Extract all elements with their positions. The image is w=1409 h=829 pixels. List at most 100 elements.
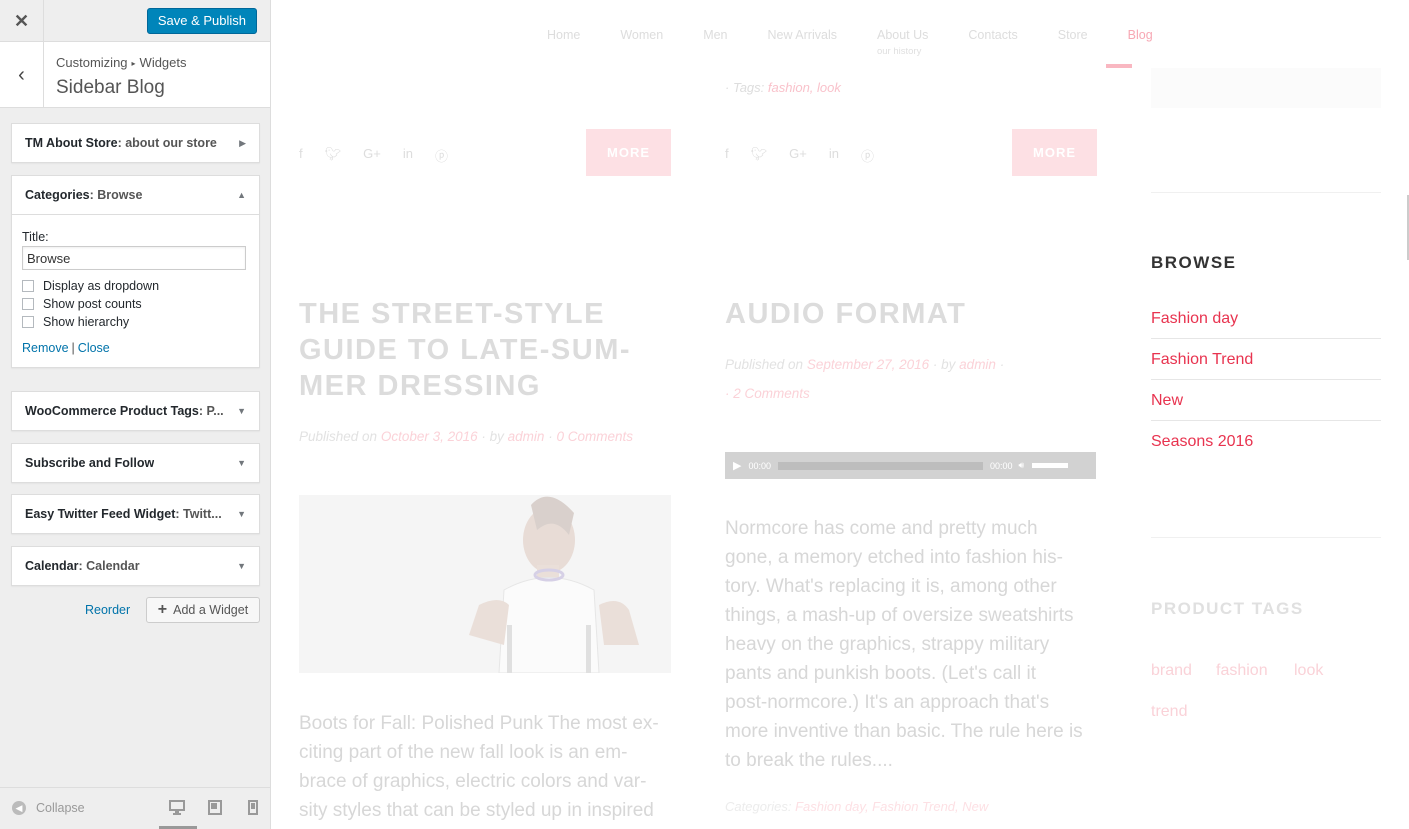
- tag-link[interactable]: fashion: [1216, 662, 1268, 680]
- category-link[interactable]: Fashion day: [1151, 310, 1381, 338]
- search-box[interactable]: [1151, 68, 1381, 108]
- breadcrumb-separator-icon: ▸: [131, 59, 136, 68]
- widget-subscribe-follow[interactable]: Subscribe and Follow ▼: [11, 443, 260, 483]
- title-input[interactable]: [22, 246, 246, 270]
- tablet-preview-icon[interactable]: [206, 800, 224, 816]
- volume-slider[interactable]: [1032, 463, 1069, 468]
- category-links[interactable]: Fashion day, Fashion Trend, New: [795, 799, 988, 814]
- play-icon[interactable]: ▶: [733, 459, 741, 472]
- volume-icon[interactable]: 🔊︎: [1019, 460, 1025, 471]
- option-show-post-counts[interactable]: Show post counts: [22, 297, 249, 311]
- nav-new-arrivals[interactable]: New Arrivals: [768, 28, 837, 42]
- option-show-hierarchy[interactable]: Show hierarchy: [22, 315, 249, 329]
- social-share-row: f 🐦︎ G+ in ⓟ: [725, 146, 896, 165]
- linkedin-icon[interactable]: in: [829, 146, 839, 165]
- google-plus-icon[interactable]: G+: [789, 146, 807, 165]
- close-link[interactable]: Close: [78, 341, 110, 355]
- nav-blog[interactable]: Blog: [1128, 28, 1153, 42]
- tags-comma: ,: [809, 80, 818, 95]
- comments-link[interactable]: 0 Comments: [556, 429, 633, 444]
- nav-contacts[interactable]: Contacts: [968, 28, 1017, 42]
- customizer-footer: ◀ Collapse: [0, 787, 270, 829]
- nav-women[interactable]: Women: [620, 28, 663, 42]
- section-header: ‹ Customizing ▸ Widgets Sidebar Blog: [0, 42, 270, 108]
- category-link[interactable]: New: [1151, 392, 1381, 420]
- more-button[interactable]: MORE: [1012, 129, 1097, 176]
- widget-tm-about-store[interactable]: TM About Store: about our store ▶: [11, 123, 260, 163]
- option-label: Display as dropdown: [43, 279, 160, 293]
- nav-store[interactable]: Store: [1058, 28, 1088, 42]
- widget-form: Title: Display as dropdown Show post cou…: [12, 214, 259, 367]
- post-date-link[interactable]: October 3, 2016: [381, 429, 478, 444]
- nav-about-us[interactable]: About Us our history: [877, 28, 928, 57]
- expand-arrow-icon[interactable]: ▶: [239, 138, 246, 149]
- collapse-button[interactable]: ◀ Collapse: [12, 801, 85, 815]
- meta-text: · by: [477, 429, 508, 444]
- widget-header[interactable]: WooCommerce Product Tags: P... ▼: [12, 392, 259, 430]
- expand-arrow-icon[interactable]: ▼: [237, 406, 246, 416]
- checkbox[interactable]: [22, 316, 34, 328]
- excerpt-line: sity styles that can be styled up in ins…: [299, 800, 654, 821]
- post-date-link[interactable]: September 27, 2016: [807, 357, 929, 372]
- browse-heading: BROWSE: [1151, 253, 1237, 272]
- widget-header[interactable]: Categories: Browse ▲: [12, 176, 259, 214]
- post-title[interactable]: AUDIO FORMAT: [725, 296, 966, 332]
- audio-progress-track[interactable]: [778, 461, 983, 470]
- category-link[interactable]: Fashion Trend: [1151, 351, 1381, 379]
- title-line: THE STREET-STYLE: [299, 298, 605, 330]
- reorder-link[interactable]: Reorder: [85, 603, 130, 617]
- remove-link[interactable]: Remove: [22, 341, 69, 355]
- author-link[interactable]: admin: [508, 429, 545, 444]
- checkbox[interactable]: [22, 298, 34, 310]
- expand-arrow-icon[interactable]: ▼: [237, 509, 246, 519]
- tag-link[interactable]: look: [817, 80, 841, 95]
- post-excerpt: Boots for Fall: Polished Punk The most e…: [299, 709, 659, 825]
- category-separator: [1151, 420, 1381, 421]
- back-button[interactable]: ‹: [0, 42, 44, 108]
- google-plus-icon[interactable]: G+: [363, 146, 381, 165]
- author-link[interactable]: admin: [959, 357, 996, 372]
- tag-link[interactable]: trend: [1151, 703, 1187, 721]
- pinterest-icon[interactable]: ⓟ: [861, 146, 874, 165]
- widget-subtitle: : Browse: [89, 188, 143, 202]
- tag-link[interactable]: fashion: [768, 80, 810, 95]
- collapse-arrow-icon[interactable]: ▲: [237, 190, 246, 200]
- checkbox[interactable]: [22, 280, 34, 292]
- save-publish-button[interactable]: Save & Publish: [146, 8, 257, 34]
- widget-easy-twitter-feed[interactable]: Easy Twitter Feed Widget: Twitt... ▼: [11, 494, 260, 534]
- post-featured-image[interactable]: [299, 495, 671, 673]
- tag-link[interactable]: brand: [1151, 662, 1192, 680]
- sidebar-divider: [1151, 192, 1381, 193]
- excerpt-line: post-normcore.) It's an approach that's: [725, 692, 1050, 713]
- category-link[interactable]: Seasons 2016: [1151, 433, 1381, 461]
- expand-arrow-icon[interactable]: ▼: [237, 458, 246, 468]
- expand-arrow-icon[interactable]: ▼: [237, 561, 246, 571]
- excerpt-line: things, a mash-up of oversize sweatshirt…: [725, 605, 1074, 626]
- category-separator: [1151, 379, 1381, 380]
- tag-link[interactable]: look: [1294, 662, 1323, 680]
- widget-header[interactable]: Easy Twitter Feed Widget: Twitt... ▼: [12, 495, 259, 533]
- widget-calendar[interactable]: Calendar: Calendar ▼: [11, 546, 260, 586]
- facebook-icon[interactable]: f: [725, 146, 729, 165]
- add-widget-button[interactable]: + Add a Widget: [146, 597, 260, 623]
- widget-subtitle: : Twitt...: [175, 507, 222, 521]
- facebook-icon[interactable]: f: [299, 146, 303, 165]
- option-display-dropdown[interactable]: Display as dropdown: [22, 279, 249, 293]
- linkedin-icon[interactable]: in: [403, 146, 413, 165]
- pinterest-icon[interactable]: ⓟ: [435, 146, 448, 165]
- widget-header[interactable]: Subscribe and Follow ▼: [12, 444, 259, 482]
- comments-link[interactable]: · 2 Comments: [725, 386, 810, 401]
- twitter-icon[interactable]: 🐦︎: [751, 146, 768, 165]
- close-customizer-button[interactable]: ✕: [0, 0, 44, 42]
- nav-home[interactable]: Home: [547, 28, 580, 42]
- more-button[interactable]: MORE: [586, 129, 671, 176]
- widget-header[interactable]: Calendar: Calendar ▼: [12, 547, 259, 585]
- post-title[interactable]: THE STREET-STYLE GUIDE TO LATE-SUM- MER …: [299, 296, 631, 404]
- widget-header[interactable]: TM About Store: about our store ▶: [12, 124, 259, 162]
- twitter-icon[interactable]: 🐦︎: [325, 146, 342, 165]
- desktop-preview-icon[interactable]: [168, 800, 186, 816]
- mobile-preview-icon[interactable]: [244, 800, 262, 816]
- nav-men[interactable]: Men: [703, 28, 727, 42]
- widget-woocommerce-product-tags[interactable]: WooCommerce Product Tags: P... ▼: [11, 391, 260, 431]
- plus-icon: +: [157, 601, 168, 618]
